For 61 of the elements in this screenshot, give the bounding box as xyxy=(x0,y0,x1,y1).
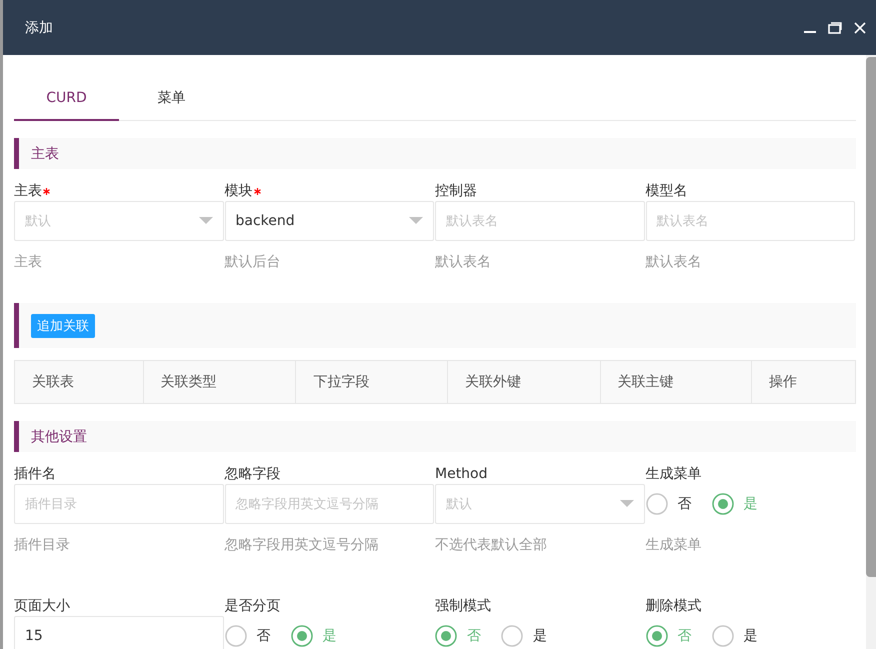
radio-button-icon[interactable] xyxy=(290,625,312,647)
select-field[interactable]: 默认 xyxy=(14,201,224,241)
select-field[interactable]: 默认 xyxy=(435,484,644,524)
field-label: 插件名 xyxy=(14,465,56,483)
input-field[interactable]: 15 xyxy=(14,616,224,649)
radio-option[interactable]: 否 xyxy=(646,493,692,515)
tab[interactable]: CURD xyxy=(14,77,119,121)
radio-option[interactable]: 否 xyxy=(646,625,692,647)
field-label: 模型名 xyxy=(646,182,688,200)
radio-option[interactable]: 是 xyxy=(712,625,758,647)
close-icon[interactable] xyxy=(854,22,866,34)
radio-button-icon[interactable] xyxy=(646,625,668,647)
field-label: 页面大小 xyxy=(14,597,70,615)
field-label: 是否分页 xyxy=(224,597,280,615)
field-label: 控制器 xyxy=(435,182,477,200)
dropdown-caret-icon[interactable] xyxy=(409,217,423,225)
field-label: 忽略字段 xyxy=(224,465,280,483)
help-text: 主表 xyxy=(14,253,43,272)
input-field[interactable]: 忽略字段用英文逗号分隔 xyxy=(224,484,434,524)
field-label: 模块 xyxy=(224,182,252,200)
field-label: 强制模式 xyxy=(435,597,491,615)
radio-option[interactable]: 是 xyxy=(290,625,336,647)
radio-option[interactable]: 否 xyxy=(435,625,481,647)
radio-button-icon[interactable] xyxy=(712,625,734,647)
radio-button-icon[interactable] xyxy=(501,625,523,647)
field-label: Method xyxy=(435,466,488,482)
dropdown-caret-icon[interactable] xyxy=(620,500,634,508)
radio-button-icon[interactable] xyxy=(224,625,246,647)
radio-option[interactable]: 否 xyxy=(224,625,270,647)
field-label: 生成菜单 xyxy=(646,465,702,483)
field-label: 主表 xyxy=(14,182,42,200)
radio-option[interactable]: 是 xyxy=(501,625,547,647)
input-field[interactable]: 插件目录 xyxy=(14,484,224,524)
help-text: 插件目录 xyxy=(14,536,71,555)
column-header: 关联主键 xyxy=(600,361,752,403)
window-title: 添加 xyxy=(25,18,54,36)
section-title: 主表 xyxy=(31,144,59,162)
column-header: 关联类型 xyxy=(142,361,296,403)
help-text: 默认表名 xyxy=(646,253,702,272)
radio-button-icon[interactable] xyxy=(712,493,734,515)
help-text: 生成菜单 xyxy=(646,536,702,555)
radio-button-icon[interactable] xyxy=(435,625,457,647)
radio-button-icon[interactable] xyxy=(646,493,668,515)
select-field[interactable]: backend xyxy=(224,201,434,241)
tab[interactable]: 菜单 xyxy=(119,77,224,121)
section-title: 其他设置 xyxy=(31,428,87,446)
help-text: 默认表名 xyxy=(435,253,492,272)
radio-option[interactable]: 是 xyxy=(712,493,758,515)
column-header: 下拉字段 xyxy=(295,361,447,403)
input-field[interactable]: 默认表名 xyxy=(646,201,855,241)
help-text: 默认后台 xyxy=(224,253,282,272)
column-header: 关联外键 xyxy=(446,361,600,403)
column-header: 操作 xyxy=(751,361,855,403)
help-text: 忽略字段用英文逗号分隔 xyxy=(224,536,380,555)
input-field[interactable]: 默认表名 xyxy=(435,201,644,241)
field-label: 删除模式 xyxy=(646,597,702,615)
dropdown-caret-icon[interactable] xyxy=(198,217,212,225)
column-header: 关联表 xyxy=(31,373,75,392)
help-text: 不选代表默认全部 xyxy=(435,536,548,555)
maximize-icon[interactable] xyxy=(828,22,842,34)
add-relation-button[interactable]: 追加关联 xyxy=(31,314,95,338)
